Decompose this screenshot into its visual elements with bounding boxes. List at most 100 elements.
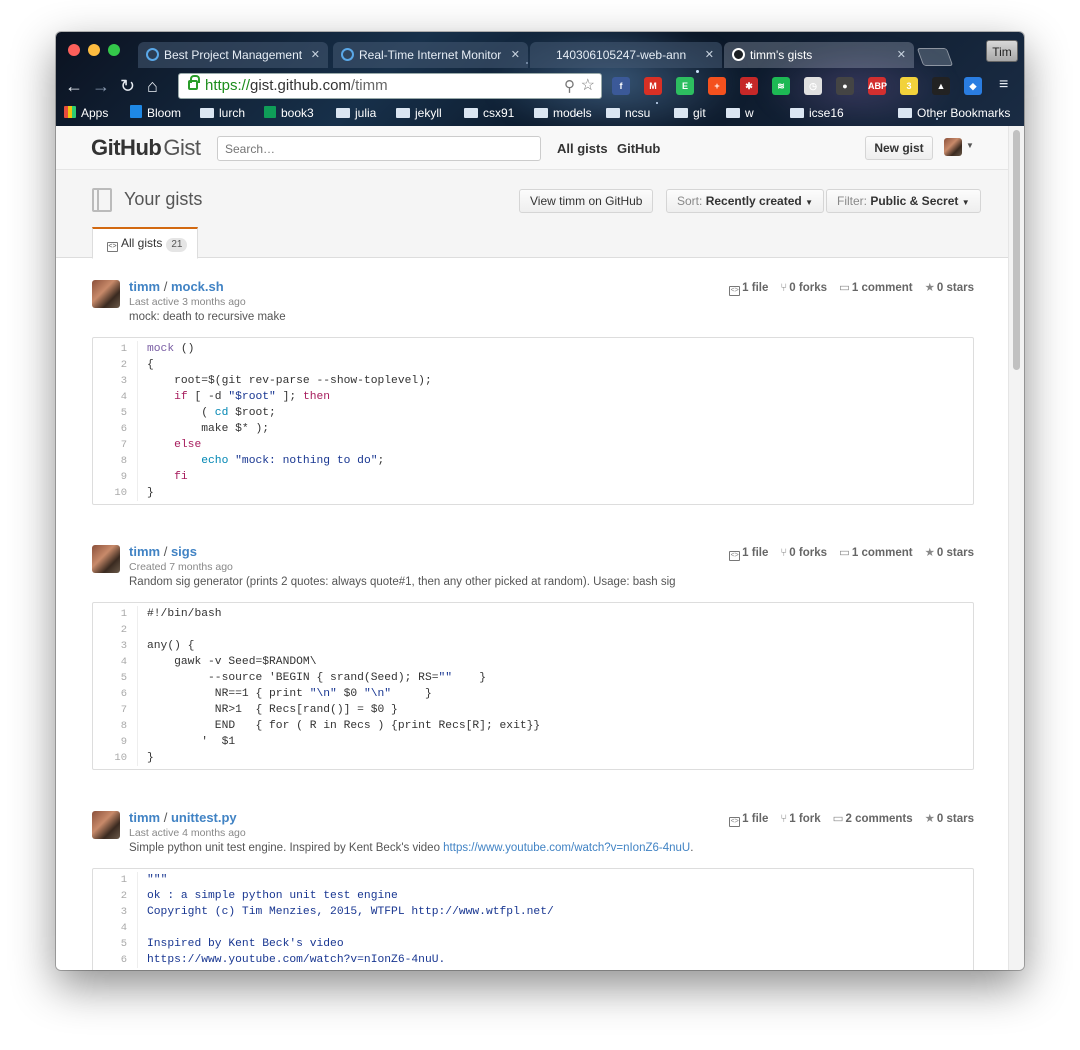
- facebook-icon[interactable]: f: [612, 77, 630, 95]
- bookmark-jekyll[interactable]: jekyll: [396, 105, 442, 121]
- bookmark-models[interactable]: models: [534, 105, 592, 121]
- bookmark-ncsu[interactable]: ncsu: [606, 105, 650, 121]
- tab-web-ann[interactable]: 140306105247-web-ann ✕: [530, 42, 722, 68]
- files-count[interactable]: <> 1 file: [729, 282, 768, 296]
- bookmark-csx91[interactable]: csx91: [464, 105, 514, 121]
- plus-icon[interactable]: +: [708, 77, 726, 95]
- code-text: root=$(git rev-parse --show-toplevel);: [147, 375, 432, 387]
- bookmark-label: w: [745, 106, 754, 120]
- adblock-icon[interactable]: ABP: [868, 77, 887, 95]
- gist-stats: <> 1 file ⑂ 1 fork ▭ 2 comments ★ 0 stars: [717, 811, 974, 827]
- bookmark-icse16[interactable]: icse16: [790, 105, 844, 121]
- tab-all-gists[interactable]: <> All gists 21: [92, 227, 198, 259]
- comments-count[interactable]: ▭ 2 comments: [833, 813, 913, 825]
- back-icon[interactable]: ←: [65, 76, 83, 96]
- page-icon: [538, 48, 551, 61]
- bookmark-other-bookmarks[interactable]: Other Bookmarks: [898, 105, 1010, 121]
- avatar[interactable]: [92, 280, 120, 308]
- github-gist-logo[interactable]: GitHubGist: [91, 135, 201, 161]
- bookmark-bloom[interactable]: Bloom: [130, 105, 181, 121]
- bookmark-lurch[interactable]: lurch: [200, 105, 245, 121]
- tab-best-project-management[interactable]: Best Project Management ✕: [138, 42, 328, 68]
- scrollbar[interactable]: [1008, 126, 1024, 970]
- code-text: echo "mock: nothing to do";: [201, 455, 385, 467]
- stars-count[interactable]: ★ 0 stars: [925, 813, 974, 825]
- clock-icon[interactable]: ◷: [804, 77, 822, 95]
- bookmark-apps[interactable]: Apps: [64, 105, 108, 121]
- bookmark-w[interactable]: w: [726, 105, 754, 121]
- sort-dropdown[interactable]: Sort: Recently created ▼: [666, 189, 824, 213]
- gist-title[interactable]: timm / sigs: [129, 544, 197, 559]
- code-line: 4 gawk -v Seed=$RANDOM\: [93, 654, 973, 670]
- profile-button[interactable]: Tim: [986, 40, 1018, 62]
- avatar[interactable]: [92, 545, 120, 573]
- files-count[interactable]: <> 1 file: [729, 813, 768, 827]
- code-line: 9 fi: [93, 469, 973, 485]
- code-line: 1 mock (): [93, 341, 973, 357]
- bookmark-book3[interactable]: book3: [264, 105, 314, 121]
- new-tab-button[interactable]: [916, 48, 954, 66]
- cap-icon[interactable]: ▲: [932, 77, 950, 95]
- comments-count[interactable]: ▭ 1 comment: [839, 282, 913, 294]
- folder-icon: [606, 108, 620, 118]
- notes-icon[interactable]: 3: [900, 77, 918, 95]
- code-preview[interactable]: 1 #!/bin/bash 2 3 any() {4 gawk -v Seed=$RAN…: [92, 602, 974, 770]
- line-number: 4: [120, 391, 127, 403]
- gist-title[interactable]: timm / unittest.py: [129, 810, 237, 825]
- address-bar[interactable]: https://gist.github.com/timm ⚲ ☆: [178, 73, 602, 99]
- spotify-icon[interactable]: ≋: [772, 77, 790, 95]
- close-tab-icon[interactable]: ✕: [705, 42, 714, 68]
- bookmark-star-icon[interactable]: ☆: [581, 74, 595, 98]
- reload-icon[interactable]: ↻: [120, 76, 135, 96]
- caret-down-icon: ▼: [961, 198, 970, 207]
- nav-github[interactable]: GitHub: [617, 141, 660, 156]
- forks-count[interactable]: ⑂ 0 forks: [780, 547, 827, 559]
- description-link[interactable]: https://www.youtube.com/watch?v=nIonZ6-4…: [443, 842, 690, 854]
- scrollbar-thumb[interactable]: [1013, 130, 1020, 370]
- code-line: 7 else: [93, 437, 973, 453]
- view-on-github-button[interactable]: View timm on GitHub: [519, 189, 654, 213]
- bookmark-julia[interactable]: julia: [336, 105, 376, 121]
- zoom-window-button[interactable]: [108, 44, 120, 56]
- bug-icon[interactable]: ✱: [740, 77, 758, 95]
- tab-realtime-internet-monitor[interactable]: Real-Time Internet Monitor ✕: [333, 42, 528, 68]
- minimize-window-button[interactable]: [88, 44, 100, 56]
- stars-count[interactable]: ★ 0 stars: [925, 547, 974, 559]
- close-window-button[interactable]: [68, 44, 80, 56]
- avatar[interactable]: [92, 811, 120, 839]
- code-preview[interactable]: 1 """ 2 ok : a simple python unit test engi…: [92, 868, 974, 970]
- user-menu[interactable]: ▼: [944, 138, 976, 158]
- zoom-icon[interactable]: ⚲: [564, 75, 575, 99]
- stars-count[interactable]: ★ 0 stars: [925, 282, 974, 294]
- code-text: Inspired by Kent Beck's video: [147, 938, 344, 950]
- close-tab-icon[interactable]: ✕: [311, 42, 320, 68]
- code-preview[interactable]: 1 mock () 2{3 root=$(git rev-parse --show-…: [92, 337, 974, 505]
- dark-ext-icon[interactable]: ●: [836, 77, 854, 95]
- nav-all-gists[interactable]: All gists: [557, 141, 608, 156]
- gmail-icon[interactable]: M: [644, 77, 662, 95]
- bookmark-label: ncsu: [625, 106, 651, 120]
- close-tab-icon[interactable]: ✕: [897, 42, 906, 68]
- search-input[interactable]: [217, 136, 541, 161]
- files-count[interactable]: <> 1 file: [729, 547, 768, 561]
- bookmark-label: book3: [281, 106, 314, 120]
- close-tab-icon[interactable]: ✕: [511, 42, 520, 68]
- code-text: NR==1 { print "\n" $0 "\n" }: [147, 688, 432, 700]
- forward-icon[interactable]: →: [92, 76, 110, 96]
- tab-timms-gists[interactable]: timm's gists ✕: [724, 42, 914, 68]
- filter-dropdown[interactable]: Filter: Public & Secret ▼: [826, 189, 981, 213]
- forks-count[interactable]: ⑂ 0 forks: [780, 282, 827, 294]
- send-icon[interactable]: ◆: [964, 77, 982, 95]
- forks-count[interactable]: ⑂ 1 fork: [780, 813, 820, 825]
- new-gist-button[interactable]: New gist: [865, 136, 933, 160]
- bookmark-git[interactable]: git: [674, 105, 706, 121]
- code-line: 1 #!/bin/bash: [93, 606, 973, 622]
- comment-icon: ▭: [839, 547, 850, 559]
- menu-icon[interactable]: ≡: [999, 75, 1008, 95]
- gist-title[interactable]: timm / mock.sh: [129, 279, 224, 294]
- gist-description: Simple python unit test engine. Inspired…: [129, 842, 694, 854]
- comments-count[interactable]: ▭ 1 comment: [839, 547, 913, 559]
- home-icon[interactable]: ⌂: [147, 76, 158, 96]
- evernote-icon[interactable]: E: [676, 77, 694, 95]
- star-icon: ★: [924, 813, 935, 825]
